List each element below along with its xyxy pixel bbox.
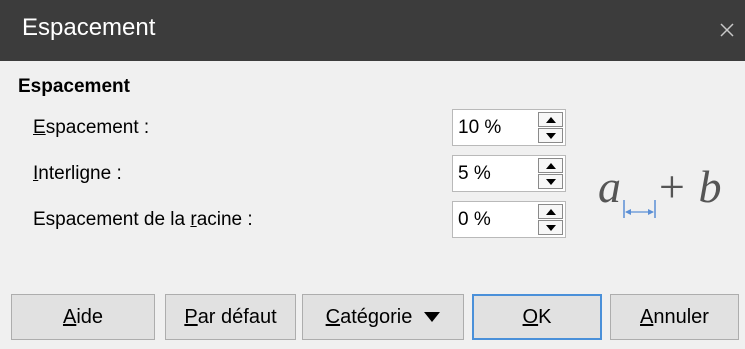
arrow-up-icon bbox=[545, 162, 556, 169]
category-button[interactable]: Catégorie bbox=[302, 294, 464, 340]
line-spacing-spinbox[interactable]: 5 % bbox=[452, 155, 566, 192]
root-spacing-up-button[interactable] bbox=[538, 204, 563, 219]
root-spacing-value[interactable]: 0 % bbox=[458, 209, 491, 231]
help-button[interactable]: Aide bbox=[11, 294, 155, 340]
preview-variable-a: a bbox=[598, 161, 621, 212]
spacing-label: Espacement : bbox=[33, 117, 150, 138]
spacing-down-button[interactable] bbox=[538, 128, 563, 143]
dropdown-arrow-icon bbox=[424, 312, 441, 322]
preview-plus-b: + b bbox=[656, 161, 722, 212]
arrow-down-icon bbox=[545, 224, 556, 231]
spacing-value[interactable]: 10 % bbox=[458, 117, 501, 139]
spacing-dialog: Espacement Espacement Espacement : 10 % … bbox=[0, 0, 745, 349]
dialog-title: Espacement bbox=[22, 14, 156, 41]
line-spacing-label: Interligne : bbox=[33, 163, 122, 184]
arrow-down-icon bbox=[545, 178, 556, 185]
spacing-spinbox[interactable]: 10 % bbox=[452, 109, 566, 146]
line-spacing-up-button[interactable] bbox=[538, 158, 563, 173]
close-icon[interactable] bbox=[716, 19, 738, 41]
spacing-up-button[interactable] bbox=[538, 112, 563, 127]
arrow-up-icon bbox=[545, 116, 556, 123]
line-spacing-value[interactable]: 5 % bbox=[458, 163, 491, 185]
title-bar: Espacement bbox=[0, 0, 745, 61]
spacing-preview: a + b bbox=[598, 161, 722, 218]
cancel-button[interactable]: Annuler bbox=[610, 294, 739, 340]
line-spacing-down-button[interactable] bbox=[538, 174, 563, 189]
arrow-down-icon bbox=[545, 132, 556, 139]
default-button[interactable]: Par défaut bbox=[165, 294, 296, 340]
root-spacing-label: Espacement de la racine : bbox=[33, 209, 253, 230]
ok-button[interactable]: OK bbox=[472, 294, 602, 340]
root-spacing-down-button[interactable] bbox=[538, 220, 563, 235]
section-heading: Espacement bbox=[18, 76, 130, 97]
arrow-up-icon bbox=[545, 208, 556, 215]
root-spacing-spinbox[interactable]: 0 % bbox=[452, 201, 566, 238]
